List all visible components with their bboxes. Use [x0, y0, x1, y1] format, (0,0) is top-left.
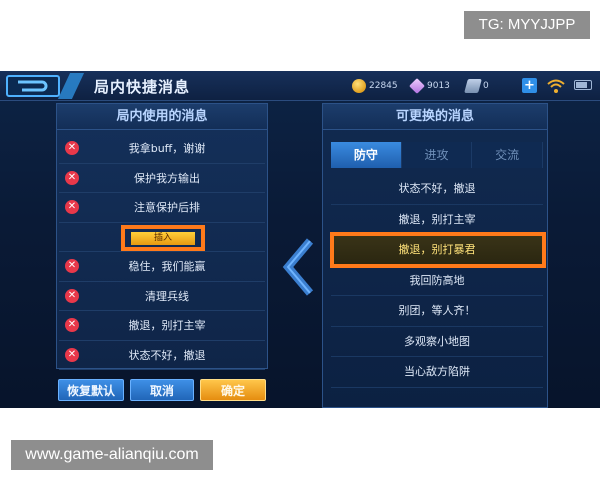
gold-counter: 22845 [352, 78, 398, 94]
wifi-icon [547, 79, 565, 93]
remove-icon[interactable]: ✕ [65, 259, 79, 273]
message-text: 状态不好，撤退 [128, 348, 206, 362]
remove-icon[interactable]: ✕ [65, 170, 79, 185]
gem-amount: 9013 [427, 81, 450, 91]
in-game-messages-panel: 局内使用的消息 ✕ 我拿buff，谢谢 ✕ 保护我方输出 ✕ 注意保护后排 插入 [56, 103, 268, 370]
remove-icon[interactable]: ✕ [65, 318, 79, 332]
message-text: 稳住，我们能赢 [128, 260, 206, 274]
message-text: 我拿buff，谢谢 [128, 142, 206, 156]
message-row[interactable]: ✕ 我拿buff，谢谢 [59, 134, 265, 164]
page: TG: MYYJJPP 局内快捷消息 22845 9013 0 + 局内使用的消… [0, 0, 600, 480]
message-text: 保护我方输出 [134, 171, 200, 185]
category-tabs: 防守 进攻 交流 [331, 142, 544, 168]
title-divider [57, 73, 85, 99]
message-row[interactable]: ✕ 状态不好，撤退 [59, 341, 265, 370]
tab-communicate[interactable]: 交流 [472, 142, 544, 168]
message-row[interactable]: ✕ 保护我方输出 [59, 164, 265, 193]
reset-default-button[interactable]: 恢复默认 [58, 379, 124, 401]
message-row[interactable]: ✕ 撤退，别打主宰 [59, 311, 265, 341]
remove-icon[interactable]: ✕ [65, 288, 79, 303]
remove-icon[interactable]: ✕ [65, 347, 79, 362]
tab-defend[interactable]: 防守 [331, 142, 402, 168]
game-screen: 局内快捷消息 22845 9013 0 + 局内使用的消息 ✕ 我拿buff，谢… [0, 71, 600, 408]
remove-icon[interactable]: ✕ [65, 200, 79, 214]
page-title: 局内快捷消息 [94, 78, 191, 96]
coupon-amount: 0 [483, 81, 489, 91]
confirm-button[interactable]: 确定 [200, 379, 266, 401]
phrase-item[interactable]: 多观察小地图 [331, 327, 543, 357]
message-row[interactable]: ✕ 清理兵线 [59, 282, 265, 311]
tab-attack[interactable]: 进攻 [401, 142, 473, 168]
phrase-item[interactable]: 我回防高地 [331, 266, 543, 296]
message-text: 撤退，别打主宰 [128, 319, 206, 333]
plus-icon[interactable]: + [522, 78, 537, 93]
phrase-list: 状态不好，撤退 撤退，别打主宰 撤退，别打暴君 我回防高地 别团，等人齐！ 多观… [331, 174, 543, 388]
site-badge: www.game-alianqiu.com [11, 440, 213, 470]
tg-badge: TG: MYYJJPP [464, 11, 590, 39]
battery-icon [574, 80, 592, 90]
chevron-left-icon[interactable] [278, 237, 318, 297]
insert-button[interactable]: 插入 [131, 231, 195, 245]
back-button[interactable] [6, 75, 60, 97]
phrase-item[interactable]: 撤退，别打主宰 [331, 205, 543, 235]
coupon-counter: 0 [464, 78, 489, 94]
coupon-icon [464, 79, 482, 93]
insert-highlight: 插入 [121, 224, 205, 251]
gem-counter: 9013 [409, 78, 450, 94]
message-row[interactable]: ✕ 稳住，我们能赢 [59, 252, 265, 282]
insert-slot: 插入 [59, 223, 265, 252]
phrase-item[interactable]: 别团，等人齐！ [331, 296, 543, 327]
message-row[interactable]: ✕ 注意保护后排 [59, 193, 265, 223]
remove-icon[interactable]: ✕ [65, 141, 79, 155]
message-text: 注意保护后排 [134, 201, 200, 215]
diamond-icon [409, 78, 425, 94]
phrase-item[interactable]: 当心敌方陷阱 [331, 357, 543, 388]
cancel-button[interactable]: 取消 [130, 379, 194, 401]
in-game-messages-header: 局内使用的消息 [57, 104, 267, 130]
selected-phrase-highlight [330, 232, 546, 268]
gold-coin-icon [352, 79, 366, 93]
in-game-message-list: ✕ 我拿buff，谢谢 ✕ 保护我方输出 ✕ 注意保护后排 插入 ✕ 稳住，我们… [59, 134, 265, 370]
top-bar: 局内快捷消息 22845 9013 0 + [0, 71, 600, 101]
message-text: 清理兵线 [145, 289, 189, 303]
back-arrow-icon [18, 80, 48, 92]
gold-amount: 22845 [369, 81, 398, 91]
phrase-item[interactable]: 状态不好，撤退 [331, 174, 543, 205]
replaceable-messages-header: 可更换的消息 [323, 104, 547, 130]
